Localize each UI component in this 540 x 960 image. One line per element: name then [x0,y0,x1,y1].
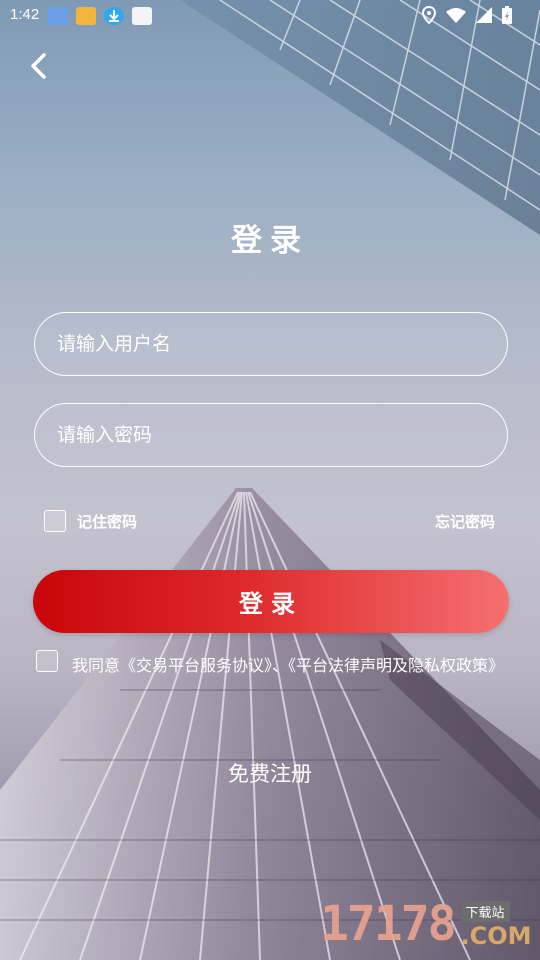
remember-password-checkbox[interactable] [44,510,66,532]
watermark-tag: 下载站 [460,901,510,922]
system-icons [422,6,512,24]
username-input[interactable] [35,313,507,375]
signal-icon [476,7,492,23]
forgot-password-link[interactable]: 忘记密码 [435,511,495,532]
login-screen: 1:42 登录 记住密码 忘记密码 登录 我同意《交易平台服务协议》、《平台法律… [0,0,540,960]
app-notification-icon [132,7,152,25]
page-title: 登录 [231,223,309,259]
app-notification-icon [48,7,68,25]
app-notification-icon [76,7,96,25]
watermark-number: 17178 [320,896,456,952]
watermark-suffix: .COM [460,922,532,950]
password-field [34,403,508,467]
wifi-icon [446,8,466,23]
site-watermark: 17178 下载站 .COM [320,898,532,950]
status-bar: 1:42 [0,0,540,32]
username-field [34,312,508,376]
agreement-text[interactable]: 我同意《交易平台服务协议》、《平台法律声明及隐私权政策》 [34,651,520,681]
back-button[interactable] [22,48,58,84]
remember-password-label[interactable]: 记住密码 [77,511,137,532]
chevron-left-icon [31,53,46,79]
battery-charging-icon [502,6,512,24]
skyscraper-background [0,0,540,960]
status-time: 1:42 [10,6,40,23]
login-button-label: 登录 [239,590,303,618]
password-input[interactable] [35,404,507,466]
location-icon [422,6,436,24]
download-notification-icon [104,7,124,25]
register-link[interactable]: 免费注册 [0,758,540,788]
login-button[interactable]: 登录 [33,570,509,633]
